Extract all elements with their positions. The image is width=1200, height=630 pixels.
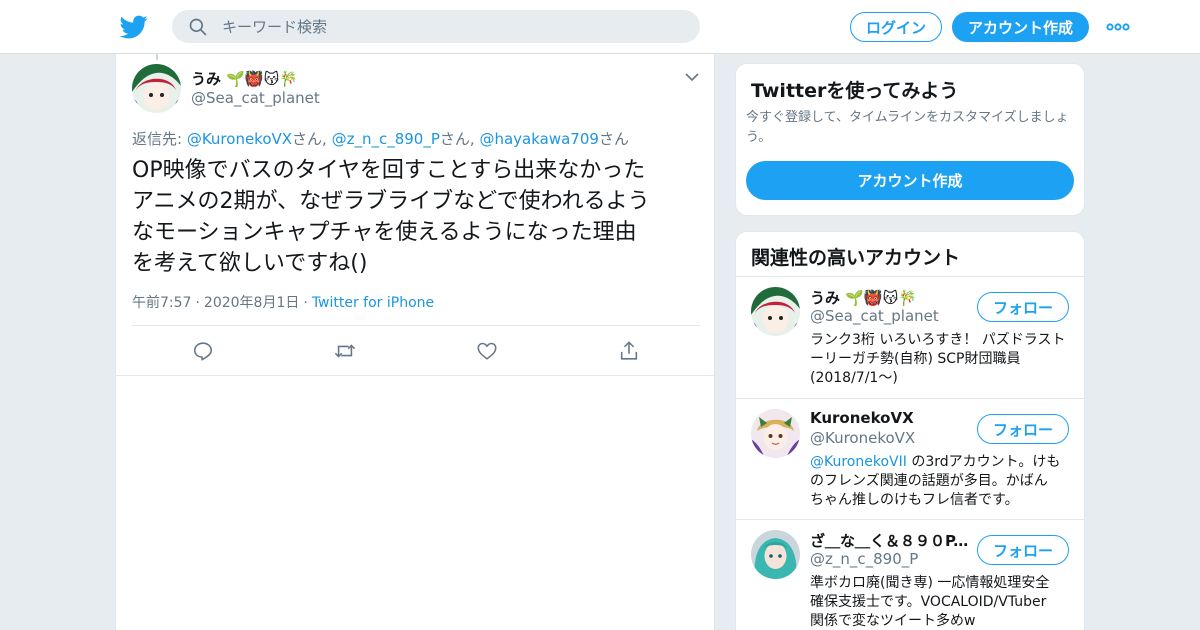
account-bio-line: のフレンズ関連の話題が多目。かばん bbox=[810, 473, 1048, 489]
account-name[interactable]: うみ 🌱👹😽🎋 bbox=[810, 287, 970, 308]
reply-mention-link[interactable]: @z_n_c_890_P bbox=[332, 130, 440, 148]
account-item[interactable]: ざ＿な＿く＆８９０P... @z_n_c_890_P フォロー 準ボカロ廃(聞き… bbox=[736, 519, 1084, 630]
search-box[interactable] bbox=[172, 10, 700, 43]
account-bio-line: (2018/7/1〜) bbox=[810, 370, 898, 386]
account-bio-line: @KuronekoVII の3rdアカウント。けも bbox=[810, 453, 1072, 472]
reply-mention-link[interactable]: @KuronekoVX bbox=[187, 130, 292, 148]
account-bio-line: 確保支援士です。VOCALOID/VTuber bbox=[810, 594, 1047, 610]
search-icon bbox=[189, 18, 207, 36]
tweet-text-line: なモーションキャプチャを使えるようになった理由 bbox=[132, 220, 637, 245]
more-dots-icon[interactable] bbox=[1106, 18, 1130, 36]
account-handle[interactable]: @z_n_c_890_P bbox=[810, 550, 918, 568]
avatar[interactable] bbox=[751, 287, 800, 336]
tweet-text-line: OP映像でバスのタイヤを回すことすら出来なかった bbox=[132, 158, 646, 183]
account-bio-line: 関係で変なツイート多めw bbox=[810, 613, 976, 629]
reply-prefix: 返信先: bbox=[132, 130, 187, 148]
signup-button[interactable]: アカウント作成 bbox=[952, 12, 1089, 42]
signup-card-title: Twitterを使ってみよう bbox=[751, 80, 959, 102]
account-bio: 準ボカロ廃(聞き専) 一応情報処理安全 確保支援士です。VOCALOID/VTu… bbox=[810, 574, 1072, 630]
follow-button[interactable]: フォロー bbox=[977, 535, 1069, 565]
tweet-date[interactable]: 2020年8月1日 bbox=[204, 295, 299, 311]
avatar[interactable] bbox=[132, 64, 181, 113]
avatar[interactable] bbox=[751, 409, 800, 458]
divider bbox=[132, 325, 700, 326]
separator: · bbox=[195, 295, 200, 311]
reply-icon[interactable] bbox=[192, 340, 214, 362]
follow-button[interactable]: フォロー bbox=[977, 292, 1069, 322]
bio-mention-link[interactable]: @KuronekoVII bbox=[810, 454, 907, 470]
account-item[interactable]: うみ 🌱👹😽🎋 @Sea_cat_planet フォロー ランク3桁 いろいろす… bbox=[736, 276, 1084, 398]
share-icon[interactable] bbox=[618, 340, 640, 362]
account-handle[interactable]: @KuronekoVX bbox=[810, 429, 915, 447]
tweet-text-line: アニメの2期が、なぜラブライブなどで使われるよう bbox=[132, 189, 650, 214]
tweet-display-name[interactable]: うみ 🌱👹😽🎋 bbox=[191, 68, 298, 89]
account-name[interactable]: KuronekoVX bbox=[810, 409, 970, 427]
reply-context: 返信先: @KuronekoVXさん, @z_n_c_890_Pさん, @hay… bbox=[132, 128, 629, 149]
reply-suffix: さん, bbox=[439, 130, 480, 148]
twitter-bird-icon[interactable] bbox=[120, 13, 148, 41]
like-icon[interactable] bbox=[476, 340, 498, 362]
retweet-icon[interactable] bbox=[334, 340, 356, 362]
login-button[interactable]: ログイン bbox=[850, 12, 942, 42]
tweet-screen-name[interactable]: @Sea_cat_planet bbox=[191, 89, 320, 107]
top-navigation-bar: ログイン アカウント作成 bbox=[0, 0, 1200, 54]
tweet-metadata: 午前7:57 · 2020年8月1日 · Twitter for iPhone bbox=[132, 292, 434, 312]
tweet-column: うみ 🌱👹😽🎋 @Sea_cat_planet 返信先: @KuronekoVX… bbox=[115, 54, 715, 630]
tweet-source-link[interactable]: Twitter for iPhone bbox=[312, 295, 434, 311]
account-bio-line: ーリーガチ勢(自称) SCP財団職員 bbox=[810, 351, 1021, 367]
follow-button[interactable]: フォロー bbox=[977, 414, 1069, 444]
account-bio-text: の3rdアカウント。けも bbox=[906, 454, 1061, 470]
reply-mention-link[interactable]: @hayakawa709 bbox=[479, 130, 598, 148]
chevron-down-icon[interactable] bbox=[684, 70, 700, 84]
signup-card-button[interactable]: アカウント作成 bbox=[746, 161, 1074, 200]
reply-suffix: さん bbox=[598, 130, 629, 148]
account-bio-line: ランク3桁 いろいろすき！ パズドラスト bbox=[810, 332, 1066, 348]
tweet-text-line: を考えて欲しいですね() bbox=[132, 251, 368, 276]
tweet-text: OP映像でバスのタイヤを回すことすら出来なかった アニメの2期が、なぜラブライブ… bbox=[132, 155, 702, 279]
tweet-time[interactable]: 午前7:57 bbox=[132, 295, 191, 311]
account-item[interactable]: KuronekoVX @KuronekoVX フォロー @KuronekoVII… bbox=[736, 398, 1084, 519]
reply-suffix: さん, bbox=[292, 130, 332, 148]
signup-card: Twitterを使ってみよう 今すぐ登録して、タイムラインをカスタマイズしましょ… bbox=[735, 63, 1085, 216]
account-bio: ランク3桁 いろいろすき！ パズドラスト ーリーガチ勢(自称) SCP財団職員 … bbox=[810, 331, 1072, 388]
tweet: うみ 🌱👹😽🎋 @Sea_cat_planet 返信先: @KuronekoVX… bbox=[116, 54, 714, 376]
separator: · bbox=[303, 295, 308, 311]
account-handle[interactable]: @Sea_cat_planet bbox=[810, 307, 939, 325]
account-name[interactable]: ざ＿な＿く＆８９０P... bbox=[810, 530, 970, 551]
avatar[interactable] bbox=[751, 530, 800, 579]
account-bio-line: ちゃん推しのけもフレ信者です。 bbox=[810, 492, 1019, 508]
account-bio-line: 準ボカロ廃(聞き専) 一応情報処理安全 bbox=[810, 575, 1050, 591]
account-bio: @KuronekoVII の3rdアカウント。けも のフレンズ関連の話題が多目。… bbox=[810, 453, 1072, 510]
related-accounts-title: 関連性の高いアカウント bbox=[751, 247, 961, 269]
search-input[interactable] bbox=[222, 10, 682, 43]
signup-card-subtitle: 今すぐ登録して、タイムラインをカスタマイズしましょう。 bbox=[746, 110, 1069, 145]
related-accounts-card: 関連性の高いアカウント うみ 🌱👹😽🎋 @Sea_cat_planet フォロー… bbox=[735, 231, 1085, 630]
